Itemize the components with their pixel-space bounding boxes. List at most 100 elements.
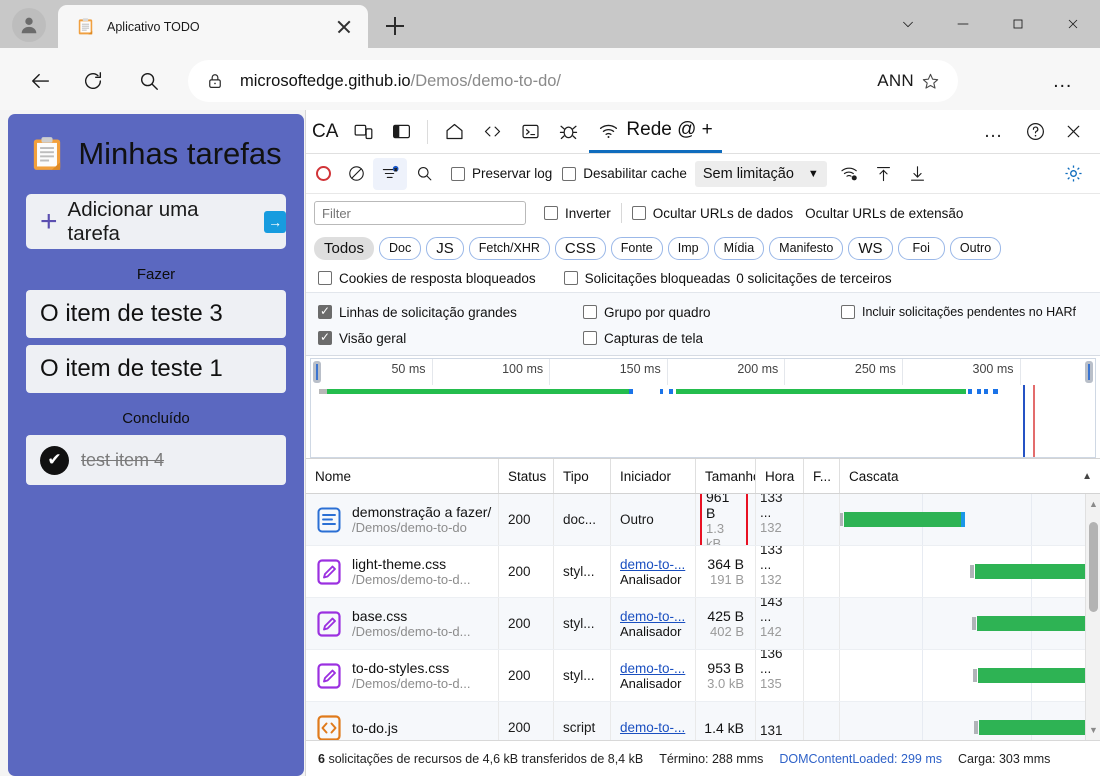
waterfall-bar[interactable]	[840, 512, 965, 527]
chevron-down-icon[interactable]: ▼	[808, 168, 819, 180]
devtools-more-button[interactable]: …	[972, 121, 1017, 143]
column-header-status[interactable]: Status	[499, 459, 554, 493]
devtools-close-button[interactable]	[1054, 113, 1092, 151]
close-window-button[interactable]	[1045, 0, 1100, 48]
maximize-button[interactable]	[990, 0, 1045, 48]
vertical-scrollbar[interactable]: ▲ ▼	[1085, 494, 1100, 740]
gear-icon[interactable]	[1056, 158, 1090, 189]
scroll-up-arrow[interactable]: ▲	[1086, 496, 1100, 512]
cell-initiator-value[interactable]: demo-to-...	[620, 557, 685, 572]
column-header-time[interactable]: Hora	[756, 459, 804, 493]
table-row[interactable]: light-theme.css/Demos/demo-to-d... 200 sty…	[306, 546, 1100, 598]
column-header-initiator[interactable]: Iniciador	[611, 459, 696, 493]
network-conditions-icon[interactable]	[833, 158, 867, 190]
checkbox-box[interactable]	[318, 304, 332, 319]
clear-icon[interactable]	[339, 158, 373, 190]
checkbox-box[interactable]	[583, 331, 597, 345]
chip-fonte[interactable]: Fonte	[610, 236, 663, 260]
chip-outro[interactable]: Outro	[949, 236, 1002, 260]
column-header-name[interactable]: Nome	[306, 459, 499, 493]
chip-imp[interactable]: Imp	[667, 236, 709, 260]
cell-name[interactable]: base.css/Demos/demo-to-d...	[306, 598, 499, 649]
cell-initiator-value[interactable]: demo-to-...	[620, 720, 685, 735]
home-icon[interactable]	[435, 113, 473, 151]
console-icon[interactable]	[511, 113, 549, 151]
checkbox-box[interactable]	[562, 166, 577, 181]
favorite-star-icon[interactable]	[921, 72, 940, 91]
checkbox-box[interactable]	[451, 166, 465, 181]
debugger-bug-icon[interactable]	[549, 113, 587, 151]
column-header-type[interactable]: Tipo	[554, 459, 611, 493]
chip-todos[interactable]: Todos	[314, 236, 375, 260]
column-header-waterfall[interactable]: Cascata ▲	[840, 459, 1100, 493]
inspect-ca-label[interactable]: CA	[306, 121, 344, 143]
import-har-icon[interactable]	[867, 158, 901, 190]
list-item[interactable]: O item de teste 3	[26, 290, 286, 338]
preserve-log-checkbox[interactable]: Preservar log	[451, 166, 552, 181]
reload-button[interactable]	[70, 62, 116, 100]
big-rows-checkbox[interactable]: Linhas de solicitação grandes	[318, 304, 583, 320]
checkbox-box[interactable]	[318, 330, 332, 345]
list-item[interactable]: O item de teste 1	[26, 345, 286, 393]
table-row[interactable]: base.css/Demos/demo-to-d... 200 styl... dem…	[306, 598, 1100, 650]
cell-initiator-value[interactable]: demo-to-...	[620, 661, 685, 676]
tab-close-icon[interactable]	[330, 13, 358, 41]
chip-js[interactable]: JS	[426, 236, 464, 260]
overview-handle-left[interactable]	[313, 361, 321, 383]
chip-ws[interactable]: WS	[848, 236, 893, 260]
checkbox-box[interactable]	[631, 206, 646, 220]
dock-side-icon[interactable]	[382, 113, 420, 151]
tab-search-chevron-icon[interactable]	[880, 0, 935, 48]
chip-midia[interactable]: Mídia	[713, 236, 765, 260]
screenshots-checkbox[interactable]: Capturas de tela	[583, 331, 841, 346]
elements-icon[interactable]	[473, 113, 511, 151]
browser-settings-more-button[interactable]: …	[1040, 62, 1086, 100]
blocked-cookies-checkbox[interactable]: Cookies de resposta bloqueados	[318, 271, 536, 286]
chip-foi[interactable]: Foi	[897, 236, 945, 260]
group-by-frame-checkbox[interactable]: Grupo por quadro	[583, 305, 841, 320]
chip-doc[interactable]: Doc	[379, 236, 422, 260]
table-row[interactable]: to-do.js 200 script demo-to-... 1.4 kB 131 ..…	[306, 702, 1100, 740]
minimize-button[interactable]	[935, 0, 990, 48]
waterfall-bar[interactable]	[974, 720, 1094, 735]
checkbox-box[interactable]	[583, 305, 597, 319]
browser-tab[interactable]: Aplicativo TODO	[58, 5, 368, 48]
overview-checkbox[interactable]: Visão geral	[318, 330, 583, 346]
invert-checkbox[interactable]: Inverter	[544, 206, 611, 221]
column-header-size[interactable]: Tamanho	[696, 459, 756, 493]
new-tab-button[interactable]	[378, 9, 412, 43]
help-icon[interactable]	[1016, 113, 1054, 151]
waterfall-bar[interactable]	[970, 564, 1091, 579]
checkmark-icon[interactable]: ✔	[40, 445, 69, 475]
checkbox-box[interactable]	[318, 271, 332, 285]
add-task-button[interactable]: + Adicionar uma tarefa →	[26, 194, 286, 249]
back-button[interactable]	[18, 62, 64, 100]
url-bar[interactable]: microsoftedge.github.io/Demos/demo-to-do…	[188, 60, 958, 102]
record-stop-icon[interactable]	[316, 166, 331, 181]
include-pending-har-checkbox[interactable]: Incluir solicitações pendentes no HARf	[841, 305, 1100, 319]
filter-input[interactable]	[314, 201, 526, 225]
blocked-requests-checkbox[interactable]: Solicitações bloqueadas	[563, 271, 730, 286]
hide-extension-urls-label[interactable]: Ocultar URLs de extensão	[805, 206, 963, 221]
cell-name[interactable]: to-do-styles.css/Demos/demo-to-d...	[306, 650, 499, 701]
scroll-down-arrow[interactable]: ▼	[1086, 722, 1100, 738]
third-party-label[interactable]: 0 solicitações de terceiros	[736, 271, 891, 286]
cell-name[interactable]: light-theme.css/Demos/demo-to-d...	[306, 546, 499, 597]
device-toolbar-icon[interactable]	[344, 113, 382, 151]
disable-cache-checkbox[interactable]: Desabilitar cache	[562, 166, 687, 181]
network-overview-timeline[interactable]: 50 ms 100 ms 150 ms 200 ms 250 ms 300 ms	[310, 358, 1096, 458]
chip-css[interactable]: CSS	[554, 236, 606, 260]
cell-name[interactable]: demonstração a fazer//Demos/demo-to-do	[306, 494, 499, 545]
cell-initiator-value[interactable]: demo-to-...	[620, 609, 685, 624]
sort-arrow-icon[interactable]: ▲	[1082, 471, 1092, 482]
table-row[interactable]: demonstração a fazer//Demos/demo-to-do 20…	[306, 494, 1100, 546]
chip-fetch-xhr[interactable]: Fetch/XHR	[468, 236, 550, 260]
waterfall-bar[interactable]	[972, 668, 1094, 683]
checkbox-box[interactable]	[544, 206, 558, 220]
checkbox-box[interactable]	[841, 305, 855, 319]
chip-manifesto[interactable]: Manifesto	[769, 236, 844, 260]
tab-network[interactable]: Rede @ +	[589, 111, 722, 153]
hide-data-urls-checkbox[interactable]: Ocultar URLs de dados	[631, 206, 793, 221]
search-icon[interactable]	[126, 62, 172, 100]
list-item-completed[interactable]: ✔ test item 4	[26, 435, 286, 485]
